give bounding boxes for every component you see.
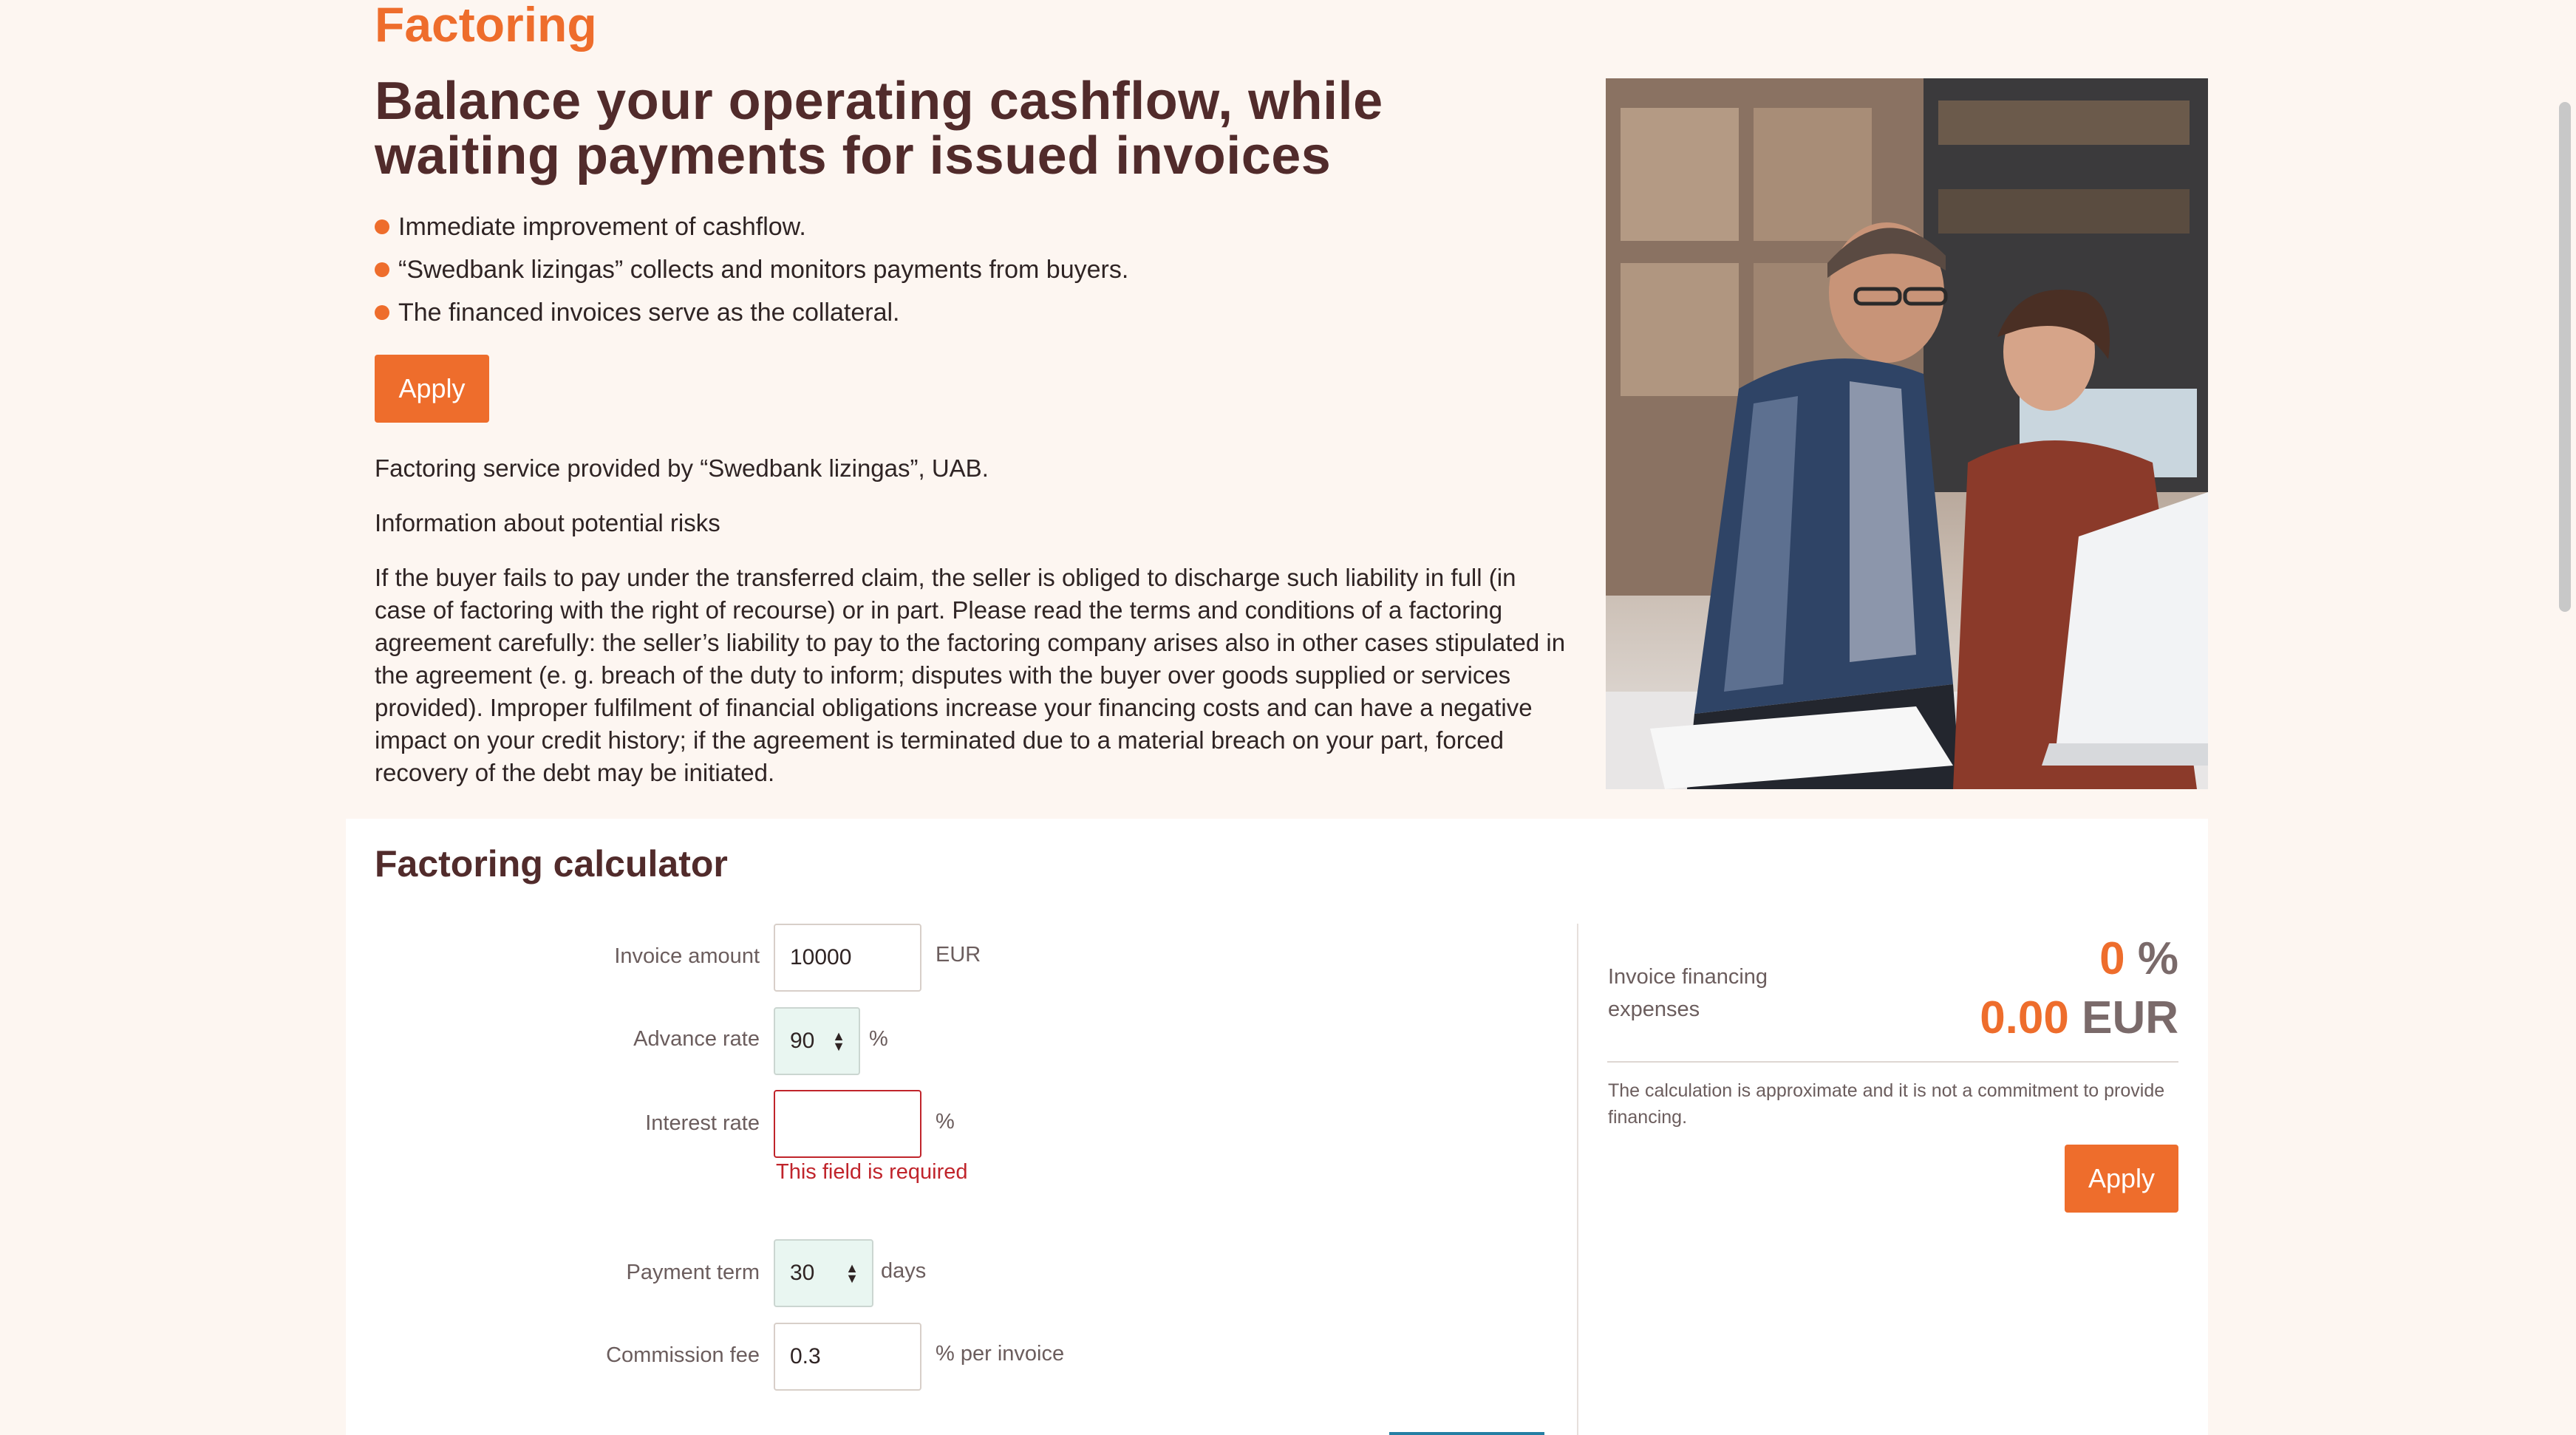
sort-arrows-icon: ▲ ▼ xyxy=(845,1261,859,1286)
results-divider xyxy=(1577,924,1578,1435)
invoice-amount-input[interactable] xyxy=(774,924,921,992)
interest-rate-unit: % xyxy=(936,1110,955,1134)
bullet-text: “Swedbank lizingas” collects and monitor… xyxy=(398,256,1129,284)
list-item: The financed invoices serve as the colla… xyxy=(375,291,1128,334)
provided-by-text: Factoring service provided by “Swedbank … xyxy=(375,454,989,482)
advance-rate-label: Advance rate xyxy=(633,1027,760,1051)
commission-fee-unit: % per invoice xyxy=(936,1342,1065,1366)
result-separator xyxy=(1607,1061,2178,1063)
invoice-amount-unit: EUR xyxy=(936,943,981,967)
hero-photo-illustration xyxy=(1606,78,2208,789)
result-percent: 0 % xyxy=(1892,933,2178,985)
payment-term-select[interactable]: 30 ▲ ▼ xyxy=(774,1239,873,1307)
advance-rate-unit: % xyxy=(869,1027,888,1051)
calculator-apply-button[interactable]: Apply xyxy=(2065,1145,2178,1213)
page-scrollbar[interactable] xyxy=(2559,102,2571,612)
partial-button-edge[interactable] xyxy=(1389,1432,1544,1435)
invoice-amount-label: Invoice amount xyxy=(614,944,760,968)
interest-rate-label: Interest rate xyxy=(645,1111,760,1135)
bullet-dot-icon xyxy=(375,305,389,320)
advance-rate-value: 90 xyxy=(790,1029,815,1053)
bullet-dot-icon xyxy=(375,219,389,234)
commission-fee-input[interactable] xyxy=(774,1323,921,1391)
result-amount: 0.00 EUR xyxy=(1892,992,2178,1044)
list-item: “Swedbank lizingas” collects and monitor… xyxy=(375,248,1128,291)
bullet-dot-icon xyxy=(375,262,389,277)
hero-photo xyxy=(1606,78,2208,789)
result-label: Invoice financing expenses xyxy=(1608,965,1768,1021)
payment-term-label: Payment term xyxy=(626,1261,760,1284)
result-disclaimer: The calculation is approximate and it is… xyxy=(1608,1080,2165,1128)
section-title: Factoring xyxy=(375,0,597,52)
calculator-title: Factoring calculator xyxy=(375,843,728,884)
payment-term-value: 30 xyxy=(790,1261,815,1285)
result-amount-value: 0.00 xyxy=(1980,992,2069,1043)
apply-button[interactable]: Apply xyxy=(375,355,489,423)
risks-heading: Information about potential risks xyxy=(375,509,720,536)
interest-rate-input[interactable] xyxy=(774,1090,921,1158)
result-amount-unit: EUR xyxy=(2082,992,2178,1043)
result-percent-value: 0 xyxy=(2099,933,2125,984)
page-headline: Balance your operating cashflow, while w… xyxy=(375,72,1383,185)
bullet-text: Immediate improvement of cashflow. xyxy=(398,213,806,241)
result-percent-unit: % xyxy=(2137,933,2178,984)
sort-arrows-icon: ▲ ▼ xyxy=(832,1029,845,1054)
benefits-list: Immediate improvement of cashflow. “Swed… xyxy=(375,205,1128,334)
list-item: Immediate improvement of cashflow. xyxy=(375,205,1128,248)
commission-fee-label: Commission fee xyxy=(606,1343,760,1367)
payment-term-unit: days xyxy=(881,1259,927,1283)
bullet-text: The financed invoices serve as the colla… xyxy=(398,299,900,327)
advance-rate-select[interactable]: 90 ▲ ▼ xyxy=(774,1007,860,1075)
interest-rate-error: This field is required xyxy=(776,1160,968,1184)
risks-text: If the buyer fails to pay under the tran… xyxy=(375,564,1566,786)
